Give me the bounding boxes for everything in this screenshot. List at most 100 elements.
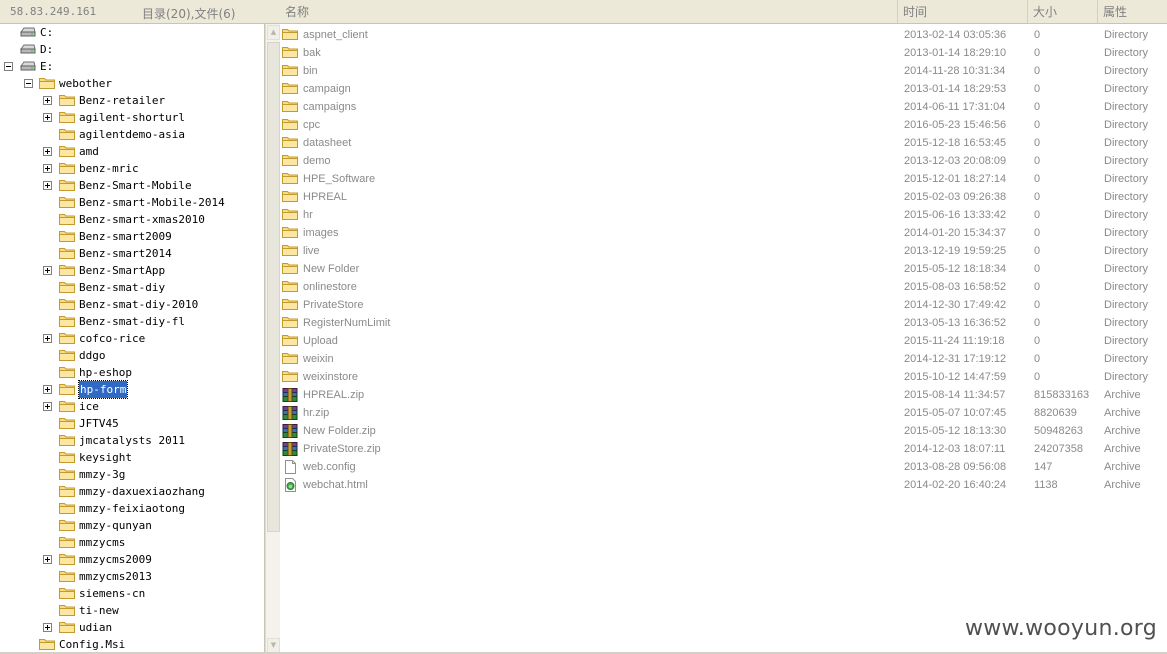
tree-node-label[interactable]: udian xyxy=(79,619,112,636)
tree-node-label[interactable]: keysight xyxy=(79,449,132,466)
tree-node[interactable]: ti-new xyxy=(0,602,264,619)
tree-node-label[interactable]: webother xyxy=(59,75,112,92)
file-row[interactable]: New Folder 2015-05-12 18:18:34 0 Directory xyxy=(280,260,1167,278)
expand-icon[interactable] xyxy=(43,402,52,411)
tree-node[interactable]: Benz-smart-xmas2010 xyxy=(0,211,264,228)
tree-node-label[interactable]: Benz-smart-xmas2010 xyxy=(79,211,205,228)
file-row[interactable]: aspnet_client 2013-02-14 03:05:36 0 Directo… xyxy=(280,26,1167,44)
expand-icon[interactable] xyxy=(43,266,52,275)
file-row[interactable]: HPE_Software 2015-12-01 18:27:14 0 Director… xyxy=(280,170,1167,188)
tree-node-label[interactable]: ti-new xyxy=(79,602,119,619)
tree-node[interactable]: mmzy-daxuexiaozhang xyxy=(0,483,264,500)
tree-node[interactable]: Benz-SmartApp xyxy=(0,262,264,279)
tree-node-label-selected[interactable]: hp-form xyxy=(77,380,129,399)
file-row[interactable]: onlinestore 2015-08-03 16:58:52 0 Directory xyxy=(280,278,1167,296)
tree-node[interactable]: cofco-rice xyxy=(0,330,264,347)
tree-node[interactable]: Benz-smat-diy-fl xyxy=(0,313,264,330)
file-list[interactable]: aspnet_client 2013-02-14 03:05:36 0 Directo… xyxy=(280,24,1167,654)
expand-icon[interactable] xyxy=(43,147,52,156)
file-row[interactable]: campaign 2013-01-14 18:29:53 0 Directory xyxy=(280,80,1167,98)
tree-node-label[interactable]: D: xyxy=(40,41,53,58)
tree-node[interactable]: mmzycms2013 xyxy=(0,568,264,585)
tree-node-label[interactable]: mmzy-qunyan xyxy=(79,517,152,534)
tree-node-label[interactable]: benz-mric xyxy=(79,160,139,177)
tree-node[interactable]: E: xyxy=(0,58,264,75)
tree-node[interactable]: mmzy-3g xyxy=(0,466,264,483)
tree-node[interactable]: JFTV45 xyxy=(0,415,264,432)
file-row[interactable]: datasheet 2015-12-18 16:53:45 0 Directory xyxy=(280,134,1167,152)
expand-icon[interactable] xyxy=(43,385,52,394)
scroll-down-button[interactable]: ▼ xyxy=(267,638,280,653)
file-row[interactable]: campaigns 2014-06-11 17:31:04 0 Directory xyxy=(280,98,1167,116)
tree-node-label[interactable]: jmcatalysts 2011 xyxy=(79,432,185,449)
file-row[interactable]: New Folder.zip 2015-05-12 18:13:30 5094826… xyxy=(280,422,1167,440)
tree-node-label[interactable]: cofco-rice xyxy=(79,330,145,347)
expand-icon[interactable] xyxy=(43,113,52,122)
tree-node-label[interactable]: agilentdemo-asia xyxy=(79,126,185,143)
tree-node[interactable]: webother xyxy=(0,75,264,92)
tree-node[interactable]: Benz-smart2009 xyxy=(0,228,264,245)
tree-node-label[interactable]: Config.Msi xyxy=(59,636,125,653)
tree-node[interactable]: siemens-cn xyxy=(0,585,264,602)
tree-node-label[interactable]: siemens-cn xyxy=(79,585,145,602)
tree-node[interactable]: ice xyxy=(0,398,264,415)
tree-node[interactable]: mmzy-feixiaotong xyxy=(0,500,264,517)
tree-node[interactable]: Benz-smart-Mobile-2014 xyxy=(0,194,264,211)
tree-node-label[interactable]: Benz-smart2014 xyxy=(79,245,172,262)
tree-node[interactable]: mmzycms xyxy=(0,534,264,551)
tree-node[interactable]: agilent-shorturl xyxy=(0,109,264,126)
tree-node-label[interactable]: Benz-smat-diy xyxy=(79,279,165,296)
column-header-attr[interactable]: 属性 xyxy=(1098,0,1167,23)
tree-node[interactable]: Benz-smat-diy-2010 xyxy=(0,296,264,313)
expand-icon[interactable] xyxy=(43,181,52,190)
tree-node[interactable]: hp-eshop xyxy=(0,364,264,381)
tree-node-label[interactable]: Benz-smart-Mobile-2014 xyxy=(79,194,225,211)
tree-node[interactable]: Benz-Smart-Mobile xyxy=(0,177,264,194)
file-row[interactable]: HPREAL 2015-02-03 09:26:38 0 Directory xyxy=(280,188,1167,206)
tree-node-label[interactable]: mmzycms2009 xyxy=(79,551,152,568)
tree-node-label[interactable]: mmzycms2013 xyxy=(79,568,152,585)
tree-node-label[interactable]: Benz-retailer xyxy=(79,92,165,109)
tree-node[interactable]: agilentdemo-asia xyxy=(0,126,264,143)
tree-node-label[interactable]: ice xyxy=(79,398,99,415)
file-row[interactable]: cpc 2016-05-23 15:46:56 0 Directory xyxy=(280,116,1167,134)
file-row[interactable]: HPREAL.zip 2015-08-14 11:34:57 815833163 Ar… xyxy=(280,386,1167,404)
tree-node[interactable]: amd xyxy=(0,143,264,160)
tree-node[interactable]: Benz-smart2014 xyxy=(0,245,264,262)
collapse-icon[interactable] xyxy=(24,79,33,88)
tree-node[interactable]: mmzycms2009 xyxy=(0,551,264,568)
tree-node[interactable]: ddgo xyxy=(0,347,264,364)
expand-icon[interactable] xyxy=(43,334,52,343)
expand-icon[interactable] xyxy=(43,623,52,632)
file-row[interactable]: web.config 2013-08-28 09:56:08 147 Archive xyxy=(280,458,1167,476)
file-row[interactable]: Upload 2015-11-24 11:19:18 0 Directory xyxy=(280,332,1167,350)
tree-node-label[interactable]: mmzycms xyxy=(79,534,125,551)
tree-node[interactable]: udian xyxy=(0,619,264,636)
tree-node-label[interactable]: Benz-Smart-Mobile xyxy=(79,177,192,194)
column-header-name[interactable]: 名称 xyxy=(280,0,898,23)
tree-node[interactable]: jmcatalysts 2011 xyxy=(0,432,264,449)
file-row[interactable]: RegisterNumLimit 2013-05-13 16:36:52 0 Dire… xyxy=(280,314,1167,332)
tree-node-label[interactable]: hp-eshop xyxy=(79,364,132,381)
collapse-icon[interactable] xyxy=(4,62,13,71)
column-header-size[interactable]: 大小 xyxy=(1028,0,1098,23)
tree-node[interactable]: Benz-smat-diy xyxy=(0,279,264,296)
tree-node-label[interactable]: Benz-smart2009 xyxy=(79,228,172,245)
file-row[interactable]: PrivateStore 2014-12-30 17:49:42 0 Director… xyxy=(280,296,1167,314)
tree-node[interactable]: keysight xyxy=(0,449,264,466)
tree-node-label[interactable]: mmzy-3g xyxy=(79,466,125,483)
expand-icon[interactable] xyxy=(43,555,52,564)
tree-node-label[interactable]: JFTV45 xyxy=(79,415,119,432)
tree-node-label[interactable]: amd xyxy=(79,143,99,160)
file-row[interactable]: bin 2014-11-28 10:31:34 0 Directory xyxy=(280,62,1167,80)
file-row[interactable]: hr.zip 2015-05-07 10:07:45 8820639 Archive xyxy=(280,404,1167,422)
file-row[interactable]: bak 2013-01-14 18:29:10 0 Directory xyxy=(280,44,1167,62)
file-row[interactable]: hr 2015-06-16 13:33:42 0 Directory xyxy=(280,206,1167,224)
tree-node-label[interactable]: ddgo xyxy=(79,347,106,364)
tree-node-label[interactable]: Benz-smat-diy-fl xyxy=(79,313,185,330)
tree-node[interactable]: mmzy-qunyan xyxy=(0,517,264,534)
tree-node[interactable]: Config.Msi xyxy=(0,636,264,653)
file-row[interactable]: live 2013-12-19 19:59:25 0 Directory xyxy=(280,242,1167,260)
scroll-thumb[interactable] xyxy=(267,42,280,532)
tree-node[interactable]: Benz-retailer xyxy=(0,92,264,109)
